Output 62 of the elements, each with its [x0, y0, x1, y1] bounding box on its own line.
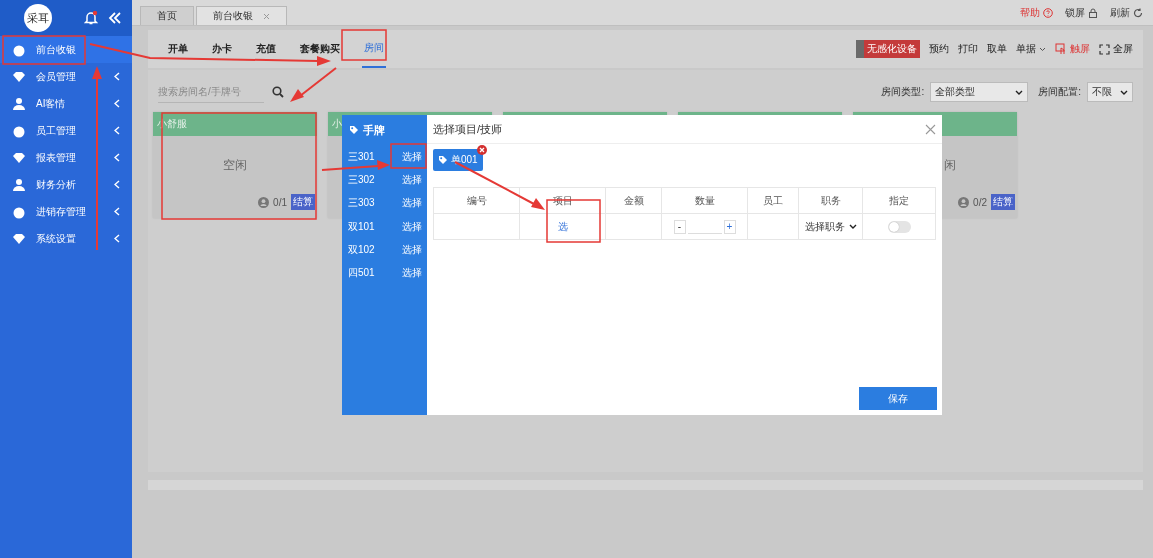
search-field[interactable]: 搜索房间名/手牌号: [158, 81, 264, 103]
toolbar-action[interactable]: 取单: [987, 42, 1007, 56]
column-header: 指定: [889, 194, 909, 206]
filter-label: 房间类型:: [881, 85, 925, 99]
logo: 采耳: [24, 4, 52, 32]
room-count: 0/2: [973, 196, 987, 208]
page-tab[interactable]: 前台收银: [196, 6, 287, 25]
sidebar-item[interactable]: 系统设置: [0, 225, 132, 252]
toolbar-action[interactable]: 打印: [958, 42, 978, 56]
select-link[interactable]: 选择: [402, 266, 422, 281]
top-link[interactable]: 锁屏: [1065, 5, 1098, 20]
nav-tab[interactable]: 套餐购买: [298, 30, 342, 68]
column-header: 员工: [763, 194, 783, 206]
sidebar-item[interactable]: 前台收银: [0, 36, 132, 63]
plus-button[interactable]: +: [723, 219, 736, 234]
hand-card-label: 双101: [348, 219, 375, 234]
toolbar-action[interactable]: 全屏: [1099, 42, 1133, 56]
hand-card-label: 三302: [348, 172, 375, 187]
column-header: 数量: [694, 194, 715, 206]
sidebar-item[interactable]: 报表管理: [0, 144, 132, 171]
device-badge[interactable]: 无感化设备: [856, 40, 920, 58]
settle-button[interactable]: 结算: [991, 194, 1015, 210]
dialog-title: 选择项目/技师: [433, 121, 503, 137]
sidebar-item[interactable]: 会员管理: [0, 63, 132, 90]
select-link[interactable]: 选择: [402, 149, 422, 164]
sidebar-item[interactable]: 财务分析: [0, 171, 132, 198]
select-link[interactable]: 选择: [402, 172, 422, 187]
select-item-link[interactable]: 选: [557, 220, 568, 232]
room-name: 小: [332, 117, 342, 131]
nav-tab[interactable]: 开单: [166, 30, 190, 68]
filter-select[interactable]: 不限: [1087, 82, 1133, 102]
sidebar-item[interactable]: 员工管理: [0, 117, 132, 144]
sidebar-item[interactable]: 进销存管理: [0, 198, 132, 225]
select-link[interactable]: 选择: [402, 242, 422, 257]
settle-button[interactable]: 结算: [291, 194, 315, 210]
room-status: 闲: [943, 156, 956, 174]
save-button[interactable]: 保存: [859, 387, 937, 410]
nav-tab[interactable]: 房间: [362, 30, 386, 68]
toolbar-action[interactable]: 触屏: [1055, 42, 1090, 56]
top-link[interactable]: 帮助: [1020, 5, 1053, 20]
nav-tab[interactable]: 充值: [254, 30, 278, 68]
toolbar-action[interactable]: 单据: [1016, 42, 1046, 56]
room-count: 0/1: [273, 196, 287, 208]
hand-card-label: 三301: [348, 149, 375, 164]
toolbar-action[interactable]: 预约: [929, 42, 949, 56]
hand-card-label: 四501: [348, 266, 375, 281]
hand-card-label: 三303: [348, 196, 375, 211]
nav-tab[interactable]: 办卡: [210, 30, 234, 68]
sidebar-item[interactable]: AI客情: [0, 90, 132, 117]
top-link[interactable]: 刷新: [1110, 5, 1143, 20]
room-status: 空闲: [223, 156, 247, 174]
hand-card-label: 双102: [348, 242, 375, 257]
column-header: 金额: [623, 194, 644, 206]
page-tab[interactable]: 首页: [140, 6, 194, 25]
panel-title: 手牌: [363, 122, 385, 138]
select-link[interactable]: 选择: [402, 196, 422, 211]
column-header: 职务: [820, 194, 841, 206]
select-link[interactable]: 选择: [402, 219, 422, 234]
filter-label: 房间配置:: [1038, 85, 1081, 99]
minus-button[interactable]: -: [673, 219, 686, 234]
column-header: 编号: [466, 194, 487, 206]
filter-select[interactable]: 全部类型: [930, 82, 1029, 102]
